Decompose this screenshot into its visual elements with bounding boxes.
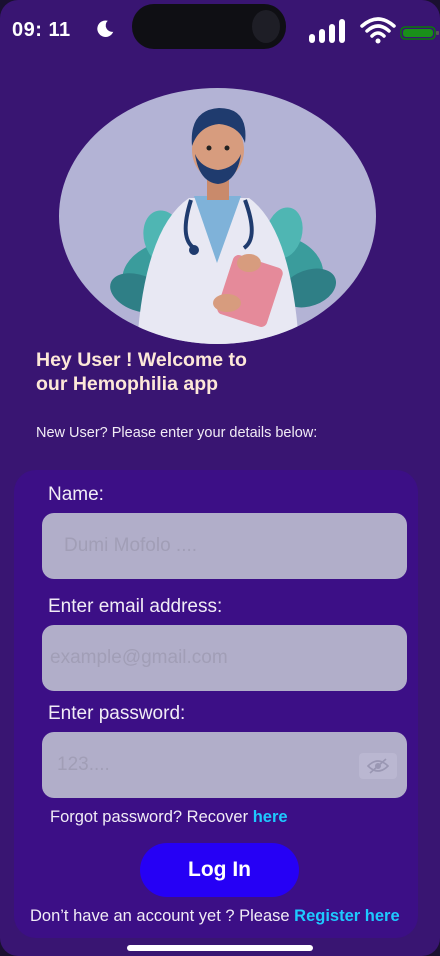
login-screen: 09: 11 Hey User ! Welcome to our Hemophi…	[0, 0, 440, 956]
password-label: Enter password:	[48, 703, 186, 724]
front-camera	[252, 10, 280, 43]
signal-icon	[309, 19, 345, 43]
password-field-container	[42, 732, 407, 798]
welcome-subtitle: New User? Please enter your details belo…	[36, 425, 318, 441]
password-input[interactable]	[42, 732, 407, 798]
name-input[interactable]	[42, 513, 407, 579]
home-indicator[interactable]	[127, 945, 313, 951]
forgot-password-prompt: Forgot password? Recover	[50, 808, 253, 826]
status-time: 09: 11	[12, 19, 71, 41]
wifi-icon	[360, 17, 396, 44]
email-input[interactable]	[42, 625, 407, 691]
recover-password-link[interactable]: here	[253, 808, 288, 826]
register-prompt: Don’t have an account yet ? Please	[30, 907, 295, 925]
welcome-title-line2: our Hemophilia app	[36, 373, 219, 395]
doctor-illustration	[59, 88, 376, 344]
register-link[interactable]: Register here	[294, 907, 399, 925]
welcome-title: Hey User ! Welcome to our Hemophilia app	[36, 348, 296, 396]
register-text: Don’t have an account yet ? Please Regis…	[30, 907, 400, 926]
moon-icon	[97, 20, 114, 37]
toggle-password-visibility[interactable]	[359, 753, 397, 779]
name-label: Name:	[48, 484, 104, 505]
login-button[interactable]: Log In	[140, 843, 299, 897]
welcome-title-line1: Hey User ! Welcome to	[36, 349, 247, 371]
eye-slash-icon	[367, 758, 389, 774]
name-field-container	[42, 513, 407, 579]
forgot-password-text: Forgot password? Recover here	[50, 808, 288, 827]
email-field-container	[42, 625, 407, 691]
email-label: Enter email address:	[48, 596, 223, 617]
battery-icon	[400, 26, 439, 40]
